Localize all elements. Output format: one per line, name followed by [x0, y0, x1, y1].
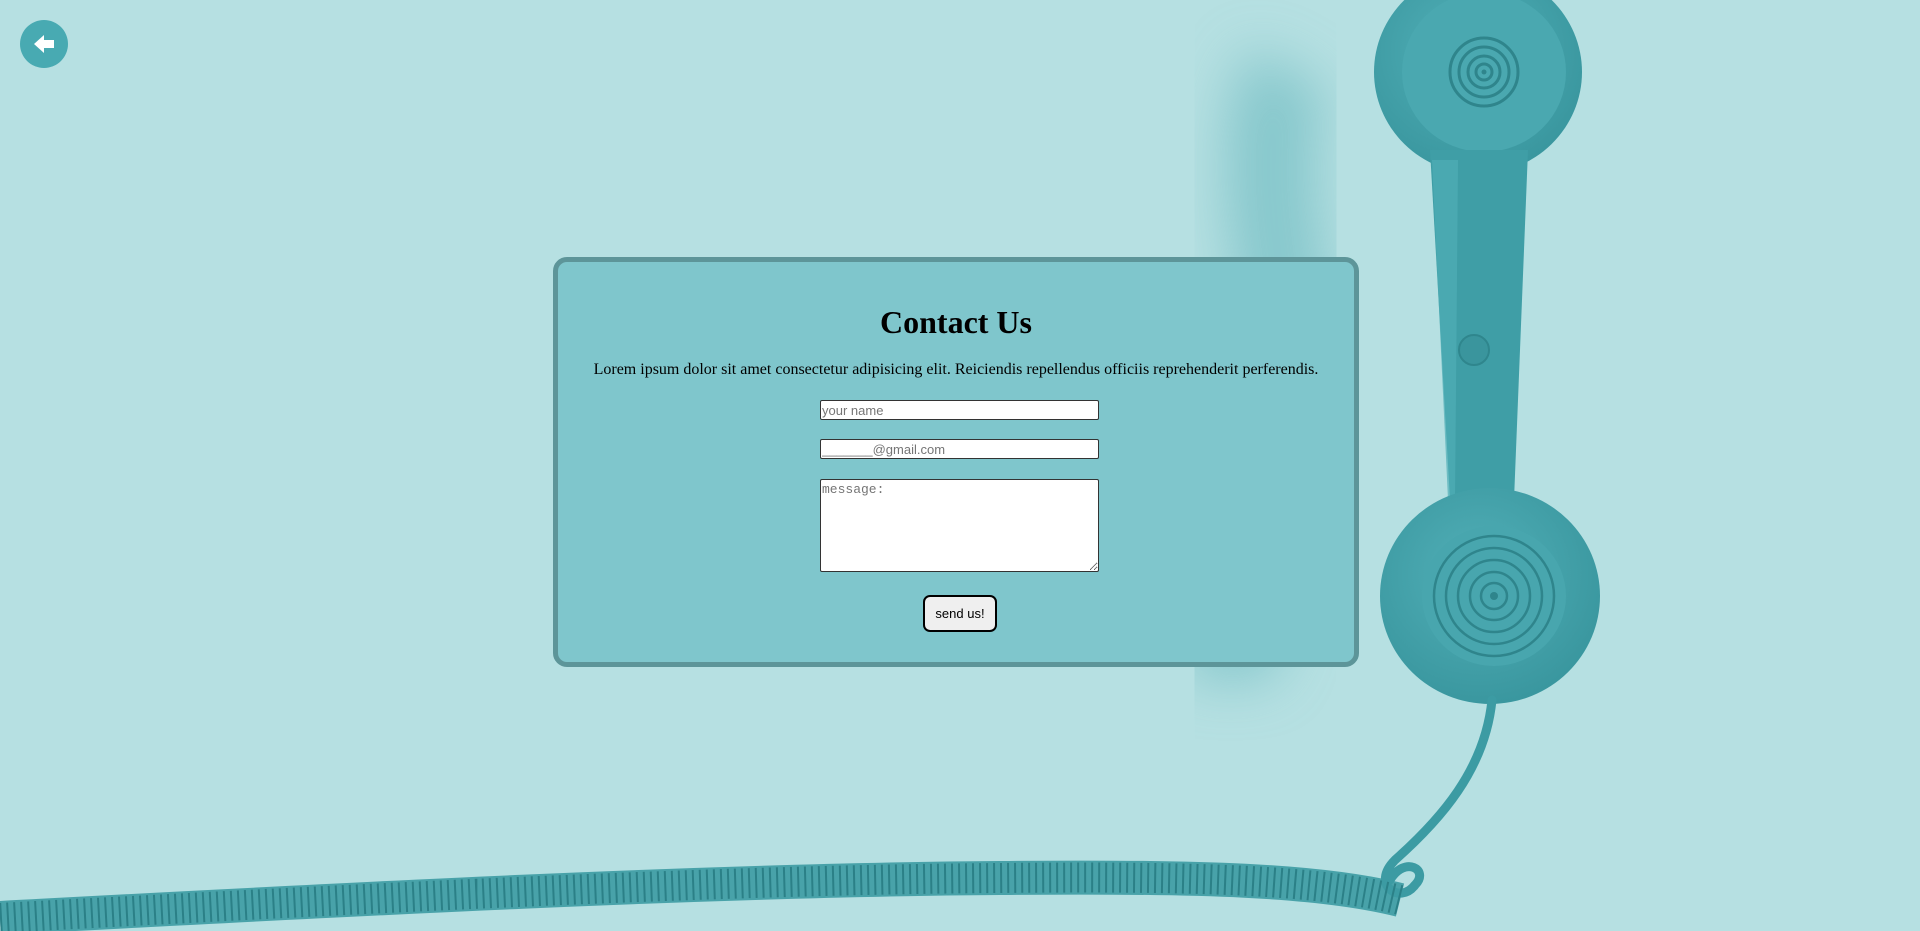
send-button[interactable]: send us! [923, 595, 997, 632]
email-input[interactable] [820, 439, 1099, 459]
message-textarea[interactable] [820, 479, 1099, 572]
back-button[interactable] [20, 20, 68, 68]
arrow-left-icon [34, 35, 54, 53]
page-title: Contact Us [880, 304, 1032, 340]
contact-description: Lorem ipsum dolor sit amet consectetur a… [593, 361, 1319, 378]
contact-card: Contact Us Lorem ipsum dolor sit amet co… [553, 257, 1359, 667]
name-input[interactable] [820, 400, 1099, 420]
